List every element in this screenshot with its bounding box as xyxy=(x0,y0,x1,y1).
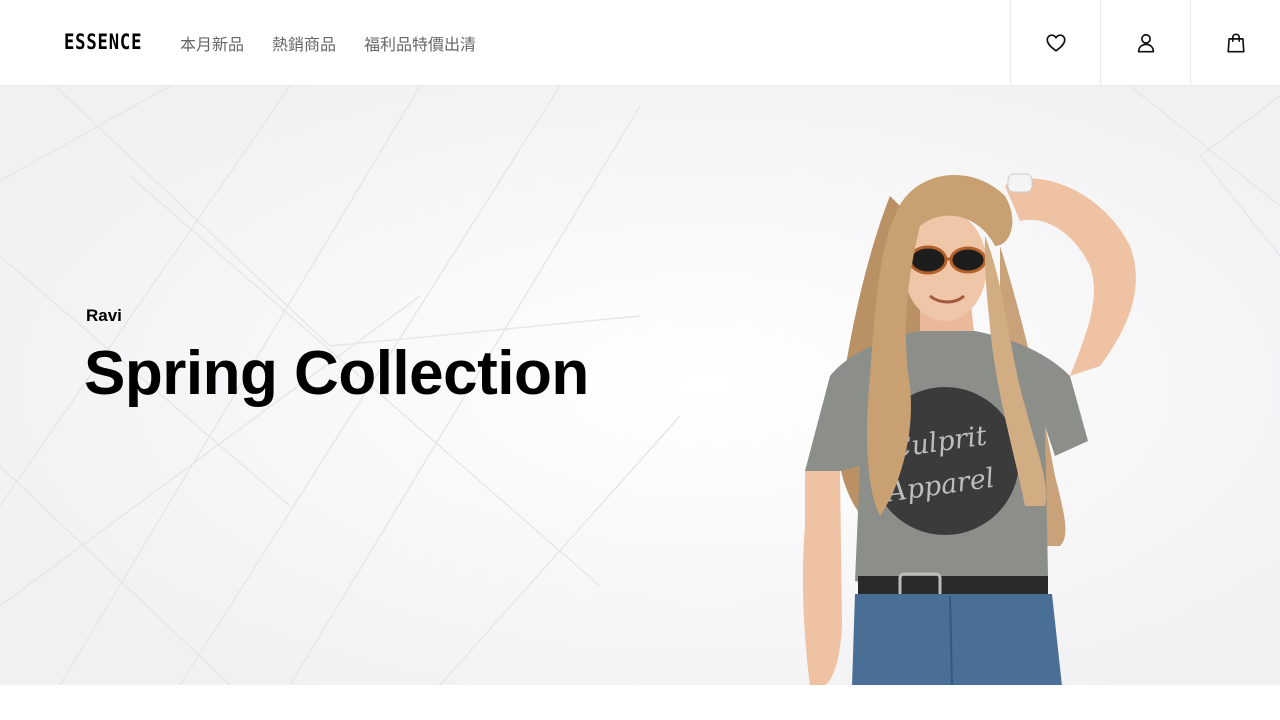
hero-title: Spring Collection xyxy=(84,339,589,408)
cart-button[interactable] xyxy=(1190,0,1280,86)
site-logo[interactable]: ESSENCE xyxy=(64,30,142,54)
account-button[interactable] xyxy=(1100,0,1190,86)
nav-item-clearance-sale[interactable]: 福利品特價出清 xyxy=(364,31,476,55)
user-icon xyxy=(1137,33,1154,53)
hero-subtitle: Ravi xyxy=(86,306,122,325)
heart-icon xyxy=(1045,34,1066,52)
nav-item-new-arrivals[interactable]: 本月新品 xyxy=(180,31,244,55)
main-nav: 本月新品 熱銷商品 福利品特價出清 xyxy=(180,31,476,55)
site-header: ESSENCE 本月新品 熱銷商品 福利品特價出清 xyxy=(0,0,1280,86)
nav-item-best-sellers[interactable]: 熱銷商品 xyxy=(272,31,336,55)
shopping-bag-icon xyxy=(1226,33,1245,53)
hero-banner[interactable]: Ravi Spring Collection Culprit Apparel xyxy=(0,86,1280,685)
favorites-button[interactable] xyxy=(1010,0,1100,86)
hero-model-photo: Culprit Apparel xyxy=(802,173,1136,685)
